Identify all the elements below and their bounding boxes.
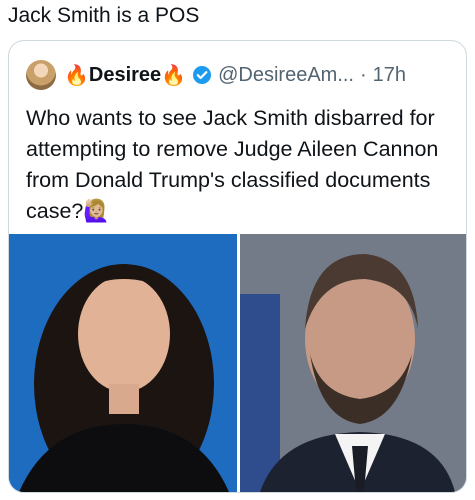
photo-aileen-cannon[interactable]	[9, 234, 241, 492]
timestamp[interactable]: 17h	[373, 64, 406, 87]
handle[interactable]: @DesireeAm...	[218, 64, 354, 87]
separator: ·	[359, 63, 367, 86]
avatar[interactable]	[26, 60, 56, 90]
verified-badge-icon	[192, 65, 212, 85]
media-grid	[9, 234, 466, 492]
fire-emoji-icon: 🔥	[64, 64, 89, 87]
quoted-post-header: 🔥 Desiree 🔥 @DesireeAm... · 17h	[26, 58, 406, 92]
portrait-illustration	[9, 234, 238, 492]
post-text: Jack Smith is a POS	[8, 4, 200, 27]
portrait-illustration	[240, 234, 466, 492]
display-name[interactable]: Desiree	[89, 64, 161, 87]
quoted-post-text: Who wants to see Jack Smith disbarred fo…	[26, 106, 439, 223]
fire-emoji-icon: 🔥	[161, 64, 187, 87]
photo-jack-smith[interactable]	[240, 234, 466, 492]
quoted-post[interactable]: 🔥 Desiree 🔥 @DesireeAm... · 17h Who want…	[8, 40, 467, 493]
